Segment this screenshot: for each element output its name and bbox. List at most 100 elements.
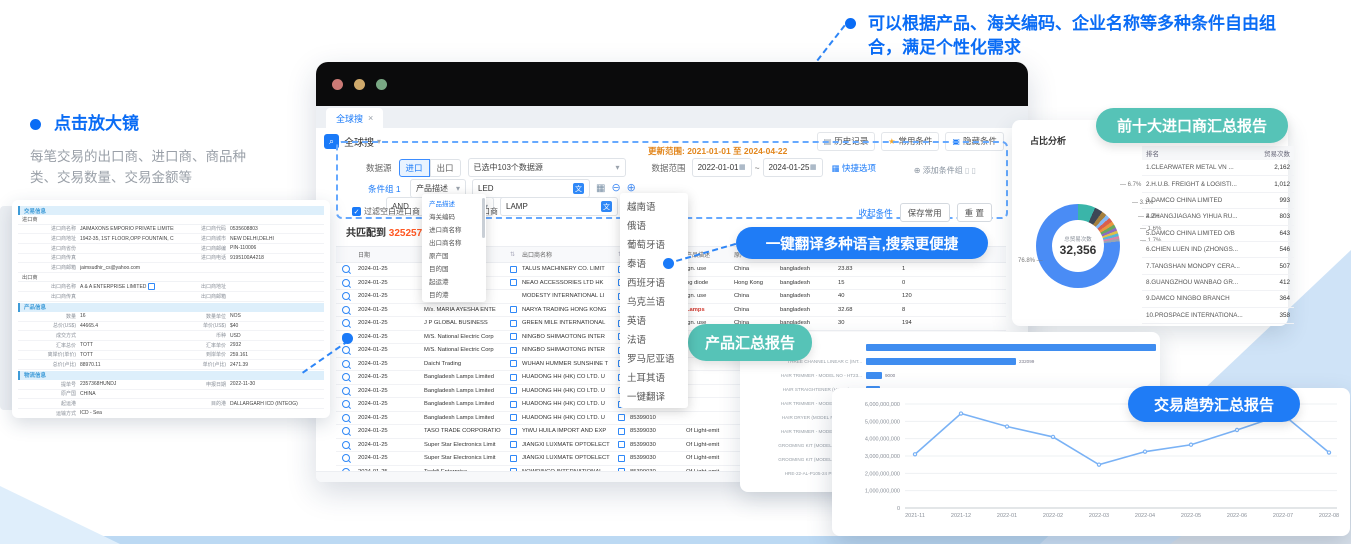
keyword-input-2[interactable]: LAMP 文 [500,197,618,216]
language-menu-item[interactable]: 西班牙语 [620,272,688,291]
link-icon[interactable] [510,455,517,462]
detail-row: 出口商传真出口商邮箱 [18,292,324,302]
field-menu-item[interactable]: 出口商名称 [422,235,486,248]
svg-text:0: 0 [897,506,900,512]
field-menu-item[interactable]: 原产国 [422,248,486,261]
language-menu-item[interactable]: 越南语 [620,196,688,215]
checkbox-filter-import[interactable]: ✓ [352,207,361,216]
grid-icon[interactable]: ▦ [596,184,605,194]
save-favorite-button[interactable]: 保存常用 [900,203,950,222]
magnifier-icon[interactable] [342,279,350,287]
link-icon[interactable] [618,428,625,435]
link-icon[interactable] [510,428,517,435]
magnifier-icon[interactable] [342,400,350,408]
update-range-text: 更新范围: 2021-01-01 至 2024-04-22 [648,145,787,157]
magnifier-icon[interactable] [342,373,350,381]
link-icon[interactable] [148,283,155,290]
detail-row: 进口商名称JAIMAXONS EMPORIO PRIVATE LIMITED 进… [18,225,324,235]
bullet-icon [30,119,41,130]
magnifier-icon[interactable] [342,427,350,435]
field-menu-item[interactable]: 目的国 [422,261,486,274]
magnifier-icon[interactable] [342,346,350,354]
filter-actions: 收起条件 保存常用 重 置 [859,203,992,222]
ranking-row: 4.ZHANGJIAGANG YIHUA RU...803 [1142,209,1294,225]
svg-text:2022-06: 2022-06 [1227,513,1247,519]
magnifier-icon[interactable] [342,360,350,368]
language-menu-item[interactable]: 泰语 [620,253,688,272]
field-menu-item[interactable]: 目的港 [422,287,486,300]
date-from-input[interactable]: 2022-01-01▦ [692,158,752,177]
link-icon[interactable] [510,266,517,273]
bar [866,372,882,379]
export-toggle[interactable]: 出口 [430,159,461,177]
language-menu-item[interactable]: 乌克兰语 [620,291,688,310]
link-icon[interactable] [510,360,517,367]
link-icon[interactable] [618,441,625,448]
field-menu-item[interactable]: 产品描述 [422,196,486,209]
top-importers-card: 占比分析 总贸易次数 32,356 76.8% — — 6.7%— 3.1%— … [1012,120,1288,326]
magnifier-icon[interactable] [342,319,350,327]
link-icon[interactable] [618,455,625,462]
minimize-window-icon[interactable] [354,79,365,90]
sort-icon[interactable]: ⇅ [510,251,522,258]
link-icon[interactable] [510,320,517,327]
close-tab-icon[interactable]: × [368,113,373,123]
language-menu-item[interactable]: 俄语 [620,215,688,234]
collapse-conditions-link[interactable]: 收起条件 [859,207,893,219]
importer-ranking-table: 排名 贸易次数 1.CLEARWATER METAL VN ...2,1622.… [1142,146,1294,324]
magnifier-icon[interactable] [342,292,350,300]
translate-icon[interactable]: 文 [573,183,584,194]
magnifier-icon[interactable] [342,387,350,395]
magnifier-icon[interactable] [342,265,350,273]
add-condition-group-link[interactable]: ⊕ 添加条件组 ▯ ▯ [914,165,976,176]
language-menu-item[interactable]: 法语 [620,329,688,348]
magnifier-icon[interactable] [342,441,350,449]
quick-options-link[interactable]: ▦ 快捷选项 [832,162,876,174]
translate-icon[interactable]: 文 [601,201,612,212]
magnifier-icon[interactable] [342,414,350,422]
keyword-value-2: LAMP [506,202,528,211]
tab-global-search[interactable]: 全球搜 × [326,108,383,128]
link-icon[interactable] [510,374,517,381]
link-icon[interactable] [510,306,517,313]
language-menu-item[interactable]: 土耳其语 [620,367,688,386]
magnifier-icon[interactable] [342,454,350,462]
reset-button[interactable]: 重 置 [957,203,992,222]
keyword-value-1: LED [478,184,494,193]
detail-subsection: 进口商 [18,215,324,225]
link-icon[interactable] [510,401,517,408]
datasource-select[interactable]: 已选中103个数据源▾ [468,158,626,177]
add-group-label: 添加条件组 [923,166,963,175]
link-icon[interactable] [510,414,517,421]
ranking-row: 10.PROSPACE INTERNATIONA...358 [1142,308,1294,324]
field-menu-item[interactable]: 起运港 [422,274,486,287]
keyword-input-1[interactable]: LED 文 [472,179,590,198]
import-toggle[interactable]: 进口 [399,159,430,177]
language-menu-item[interactable]: 一键翻译 [620,386,688,405]
link-icon[interactable] [510,333,517,340]
link-icon[interactable] [510,441,517,448]
field-menu-item[interactable]: 进口商名称 [422,222,486,235]
magnifier-note: 点击放大镜 每笔交易的出口商、进口商、商品种 类、交易数量、交易金额等 [30,112,246,188]
link-icon[interactable] [618,414,625,421]
detail-row: 进口商邮箱jaimsudhir_cs@yahoo.com [18,263,324,273]
field-menu-item[interactable]: 海关编码 [422,209,486,222]
language-menu-item[interactable]: 英语 [620,310,688,329]
link-icon[interactable] [510,387,517,394]
maximize-window-icon[interactable] [376,79,387,90]
layout-icons[interactable]: ▯ ▯ [965,166,976,175]
detail-rows: 交易信息进口商进口商名称JAIMAXONS EMPORIO PRIVATE LI… [18,206,324,418]
date-to-input[interactable]: 2024-01-25▦ [763,158,823,177]
top-importers-badge: 前十大进口商汇总报告 [1096,108,1288,143]
language-menu-item[interactable]: 罗马尼亚语 [620,348,688,367]
magnifier-icon[interactable] [342,306,350,314]
remove-condition-icon[interactable]: ⊖ [611,183,620,194]
link-icon[interactable] [510,347,517,354]
product-summary-badge: 产品汇总报告 [688,324,812,361]
link-icon[interactable] [510,279,517,286]
language-menu-item[interactable]: 葡萄牙语 [620,234,688,253]
scrollbar[interactable] [482,198,485,238]
close-window-icon[interactable] [332,79,343,90]
calendar-icon: ▦ [810,164,817,171]
results-number: 325257 [389,228,422,239]
